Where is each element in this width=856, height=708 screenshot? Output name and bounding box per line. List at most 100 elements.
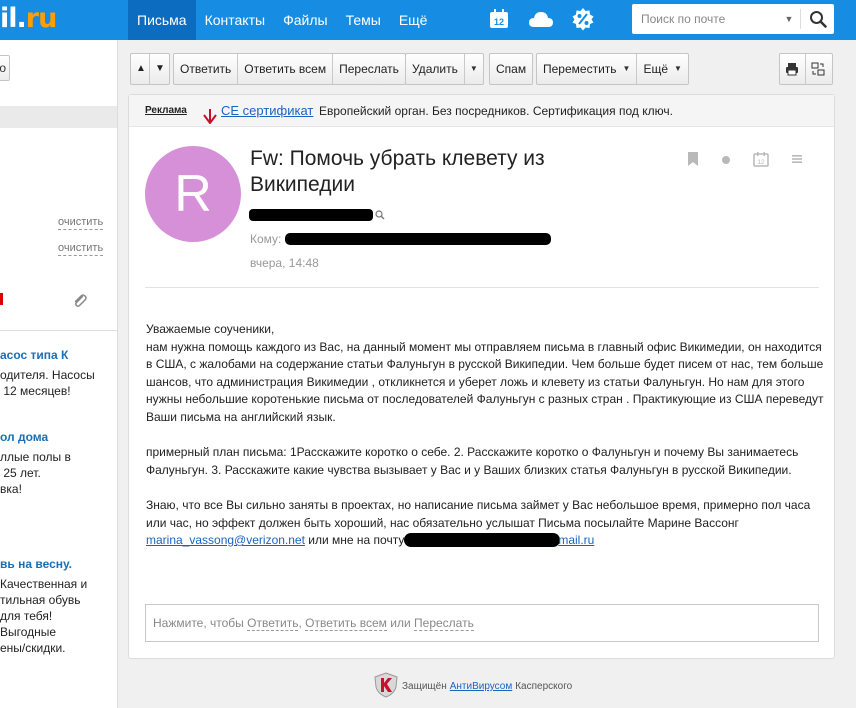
calendar-day: 12 xyxy=(757,159,765,166)
sidebar-ad-3[interactable]: вь на весну. Качественная и тильная обув… xyxy=(0,556,117,656)
quick-reply-link[interactable]: Ответить xyxy=(247,616,299,631)
search-icon[interactable] xyxy=(805,6,831,32)
body-text: Знаю, что все Вы сильно заняты в проекта… xyxy=(146,497,811,530)
antivirus-link[interactable]: АнтиВирусом xyxy=(450,681,513,692)
ad-title: ол дома xyxy=(0,430,49,444)
chevron-down-icon: ▼ xyxy=(469,64,478,73)
mail-logo[interactable]: il.ru xyxy=(0,3,58,35)
reply-button[interactable]: Ответить xyxy=(174,54,239,84)
calendar-icon[interactable]: 12 xyxy=(753,151,769,170)
footer-suffix: Касперского xyxy=(515,681,573,692)
spam-group: Спам xyxy=(489,53,534,85)
chevron-down-icon: ▼ xyxy=(622,64,631,73)
logo-text: il. xyxy=(0,3,27,34)
header-divider xyxy=(145,287,819,288)
delete-group: Удалить ▼ xyxy=(405,53,484,85)
chevron-down-icon: ▼ xyxy=(674,64,682,73)
sidebar-divider xyxy=(0,330,117,331)
ad-text: Качественная и тильная обувь для тебя! В… xyxy=(0,577,88,655)
ad-link[interactable]: CE сертификат xyxy=(221,95,313,127)
left-sidebar: о очистить очистить асос типа К одителя.… xyxy=(0,40,118,708)
shield-icon xyxy=(374,672,398,701)
logo-tld: ru xyxy=(25,3,58,34)
body-paragraph-1: нам нужна помощь каждого из Вас, на данн… xyxy=(146,339,824,424)
reply-or: или xyxy=(390,616,411,630)
reply-group: Ответить Ответить всем Переслать xyxy=(173,53,406,85)
body-greeting: Уважаемые соученики, xyxy=(146,322,275,336)
sidebar-ad-2[interactable]: ол дома ллые полы в 25 лет. вка! xyxy=(0,429,117,497)
more-button[interactable]: Ещё ▼ xyxy=(637,54,687,84)
body-paragraph-3: Знаю, что все Вы сильно заняты в проекта… xyxy=(146,497,826,550)
ad-text: одителя. Насосы 12 месяцев! xyxy=(0,368,95,398)
body-paragraph-2: примерный план письма: 1Расскажите корот… xyxy=(146,445,799,477)
reply-prefix: Нажмите, чтобы xyxy=(153,616,244,630)
ad-text: Европейский орган. Без посредников. Серт… xyxy=(319,104,673,118)
sidebar-action-button[interactable]: о xyxy=(0,55,10,81)
email-link-tail[interactable]: mail.ru xyxy=(558,533,594,547)
top-icons: 12 xyxy=(486,6,596,32)
unread-flag-icon xyxy=(0,293,3,305)
search-icon[interactable] xyxy=(375,209,385,223)
delete-dropdown[interactable]: ▼ xyxy=(465,54,483,84)
search-divider xyxy=(800,9,801,29)
message-subject: Fw: Помочь убрать клевету из Википедии xyxy=(250,147,545,196)
message-actions: 12 xyxy=(687,151,803,170)
delete-button[interactable]: Удалить xyxy=(406,54,465,84)
nav-contacts[interactable]: Контакты xyxy=(196,0,274,40)
email-redacted xyxy=(404,533,561,548)
footer-prefix: Защищён xyxy=(402,681,447,692)
search-input[interactable] xyxy=(632,5,782,33)
to-label: Кому: xyxy=(250,232,282,246)
nav-more[interactable]: Ещё xyxy=(390,0,437,40)
expand-icon[interactable] xyxy=(806,54,832,84)
next-arrow-icon[interactable]: ▼ xyxy=(150,54,169,84)
percent-icon[interactable] xyxy=(570,6,596,32)
ad-text: ллые полы в 25 лет. вка! xyxy=(0,450,71,496)
nav-files[interactable]: Файлы xyxy=(274,0,336,40)
search-box: ▼ xyxy=(632,4,834,34)
sender-redacted xyxy=(249,209,373,221)
message-panel: Реклама CE сертификат Европейский орган.… xyxy=(128,94,835,659)
message-date: вчера, 14:48 xyxy=(250,256,319,270)
forward-button[interactable]: Переслать xyxy=(333,54,405,84)
nav-arrows: ▲ ▼ xyxy=(130,53,170,85)
message-body: Уважаемые соученики, нам нужна помощь ка… xyxy=(146,321,826,550)
unread-dot-icon[interactable] xyxy=(721,154,731,168)
recipient-redacted xyxy=(285,233,551,245)
print-group xyxy=(779,53,833,85)
calendar-icon[interactable]: 12 xyxy=(486,6,512,32)
email-link[interactable]: marina_vassong@verizon.net xyxy=(146,533,305,547)
sidebar-ad-1[interactable]: асос типа К одителя. Насосы 12 месяцев! xyxy=(0,347,117,399)
antivirus-footer: Защищён АнтиВирусом Касперского xyxy=(374,672,572,701)
quick-forward-link[interactable]: Переслать xyxy=(414,616,474,631)
previous-arrow-icon[interactable]: ▲ xyxy=(131,54,150,84)
more-label: Ещё xyxy=(643,62,669,76)
chevron-down-icon[interactable]: ▼ xyxy=(782,14,796,24)
body-text-2: или мне на почту xyxy=(308,533,405,548)
avatar: R xyxy=(145,146,241,242)
bookmark-icon[interactable] xyxy=(687,151,699,170)
calendar-day: 12 xyxy=(494,17,504,27)
reply-all-button[interactable]: Ответить всем xyxy=(238,54,334,84)
menu-icon[interactable] xyxy=(791,153,803,168)
ad-line: Реклама CE сертификат Европейский орган.… xyxy=(129,95,834,127)
ad-label[interactable]: Реклама xyxy=(145,95,187,127)
nav-letters[interactable]: Письма xyxy=(128,0,196,40)
ad-title: вь на весну. xyxy=(0,557,72,571)
move-group: Переместить ▼ Ещё ▼ xyxy=(536,53,689,85)
move-button[interactable]: Переместить ▼ xyxy=(537,54,638,84)
quick-reply-all-link[interactable]: Ответить всем xyxy=(305,616,387,631)
ad-title: асос типа К xyxy=(0,348,69,362)
clear-link-1[interactable]: очистить xyxy=(58,216,104,230)
main-nav: Письма Контакты Файлы Темы Ещё xyxy=(128,0,436,40)
top-bar: il.ru Письма Контакты Файлы Темы Ещё 12 … xyxy=(0,0,856,40)
arrow-down-icon xyxy=(203,104,217,136)
cloud-icon[interactable] xyxy=(528,6,554,32)
spam-button[interactable]: Спам xyxy=(490,54,532,84)
quick-reply-box[interactable]: Нажмите, чтобы Ответить, Ответить всем и… xyxy=(145,604,819,642)
nav-themes[interactable]: Темы xyxy=(337,0,390,40)
print-icon[interactable] xyxy=(780,54,806,84)
clear-link-2[interactable]: очистить xyxy=(58,242,104,256)
move-label: Переместить xyxy=(543,62,617,76)
paperclip-icon[interactable] xyxy=(72,293,88,312)
